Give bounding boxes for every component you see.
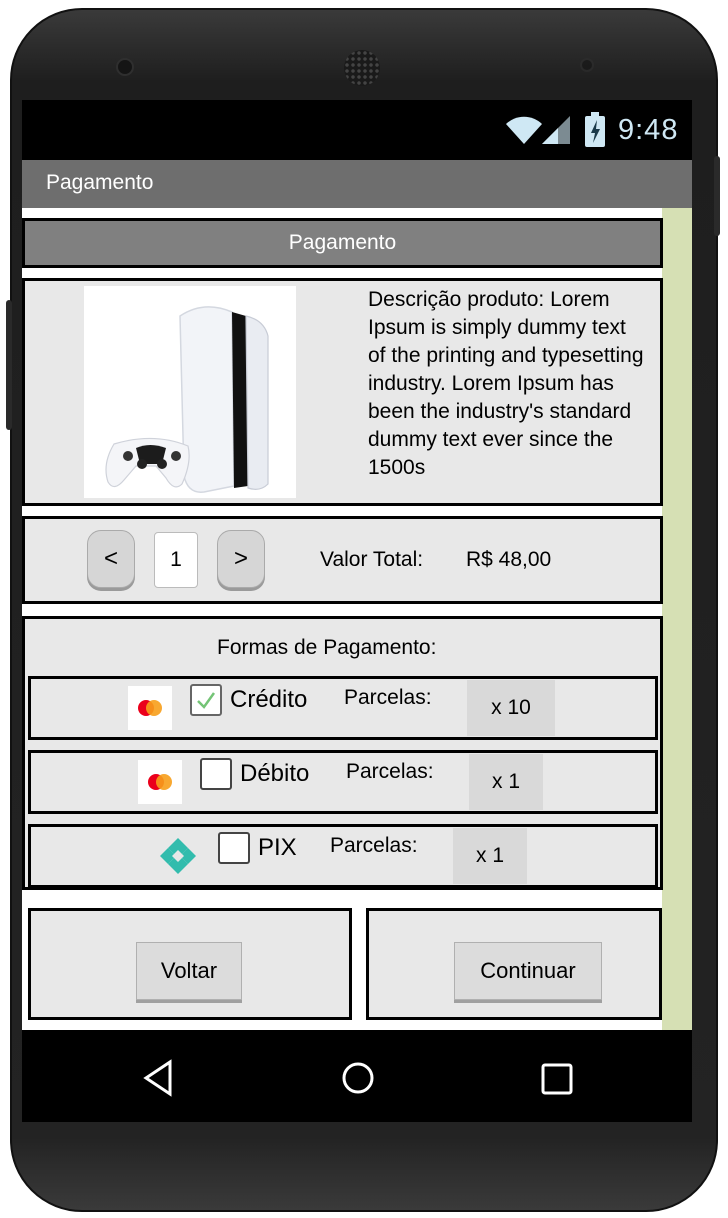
pix-parcelas-label: Parcelas:: [330, 834, 418, 857]
side-button-left: [6, 300, 12, 430]
battery-icon: [585, 112, 605, 147]
front-camera-icon: [116, 58, 134, 76]
accent-strip: [662, 208, 692, 1030]
back-button[interactable]: Voltar: [136, 942, 242, 1000]
quantity-input[interactable]: 1: [154, 532, 198, 588]
signal-icon: [542, 116, 570, 144]
debito-parcelas-select[interactable]: x 1: [469, 754, 543, 810]
pix-label: PIX: [258, 834, 297, 861]
debito-checkbox[interactable]: [200, 758, 232, 790]
continue-button[interactable]: Continuar: [454, 942, 602, 1000]
pix-icon: [156, 834, 200, 878]
pix-parcelas-select[interactable]: x 1: [453, 828, 527, 884]
page-header: Pagamento: [22, 218, 663, 268]
credito-parcelas-select[interactable]: x 10: [467, 680, 555, 736]
credito-parcelas-label: Parcelas:: [344, 686, 432, 709]
page-title: Pagamento: [288, 231, 397, 254]
total-label: Valor Total:: [320, 548, 424, 571]
back-triangle-icon[interactable]: [140, 1058, 176, 1098]
decrement-button[interactable]: <: [87, 530, 135, 588]
product-description: Descrição produto: Lorem Ipsum is simply…: [368, 288, 644, 479]
credito-checkbox[interactable]: [190, 684, 222, 716]
payment-row-debito: [28, 750, 658, 814]
check-icon: [197, 692, 216, 709]
game-console-image: [105, 306, 269, 493]
payment-title: Formas de Pagamento:: [217, 636, 437, 659]
app-title-bar: Pagamento: [22, 160, 692, 208]
wifi-icon: [506, 116, 542, 144]
side-button-top: [714, 156, 720, 236]
sensor-icon: [580, 58, 594, 72]
mastercard-icon: [128, 686, 172, 730]
home-circle-icon[interactable]: [338, 1058, 378, 1098]
mastercard-icon: [138, 760, 182, 804]
payment-row-credito: [28, 676, 658, 740]
debito-parcelas-label: Parcelas:: [346, 760, 434, 783]
speaker-grille: [344, 50, 380, 86]
recents-square-icon[interactable]: [538, 1060, 576, 1098]
app-title: Pagamento: [46, 171, 154, 194]
total-value: R$ 48,00: [466, 548, 552, 571]
pix-checkbox[interactable]: [218, 832, 250, 864]
product-image: [84, 286, 296, 498]
credito-label: Crédito: [230, 686, 308, 713]
debito-label: Débito: [240, 760, 310, 787]
status-time: 9:48: [618, 114, 679, 146]
increment-button[interactable]: >: [217, 530, 265, 588]
